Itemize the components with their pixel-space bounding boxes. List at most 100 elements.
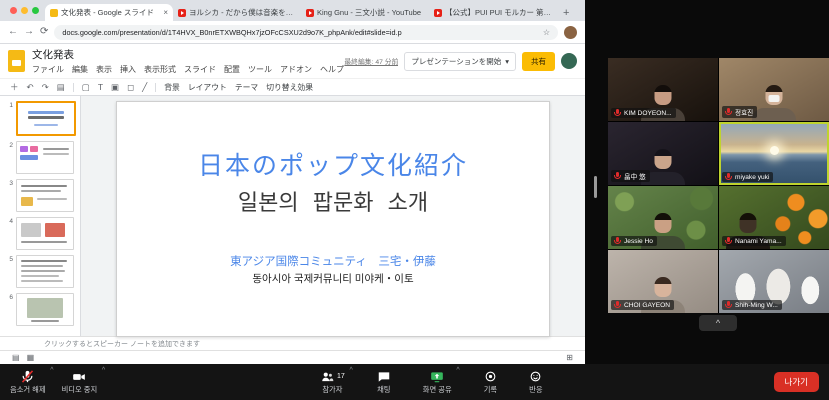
share-button[interactable]: 共有: [522, 52, 555, 71]
browser-tab-youtube-3[interactable]: 【公式】PUI PUI モルカー 第1話 【茶...: [429, 4, 557, 21]
address-bar[interactable]: docs.google.com/presentation/d/1T4HVX_B0…: [54, 25, 558, 40]
shape-tool-icon[interactable]: ◻: [127, 82, 134, 93]
speaker-notes[interactable]: クリックするとスピーカー ノートを追加できます: [0, 336, 585, 350]
slide-thumbnail-1[interactable]: 1: [6, 101, 76, 136]
menu-arrange[interactable]: 配置: [224, 64, 240, 75]
background-button[interactable]: 背景: [164, 82, 180, 93]
chat-icon: [377, 369, 391, 384]
video-tile-active-speaker[interactable]: miyake yuki: [719, 122, 829, 185]
slide-title-korean[interactable]: 일본의 팝문화 소개: [117, 185, 549, 217]
text-box-icon[interactable]: T: [98, 82, 103, 92]
video-options-caret[interactable]: ^: [102, 367, 105, 374]
tab-title: 文化発表 - Google スライド: [61, 7, 160, 18]
menu-tools[interactable]: ツール: [248, 64, 272, 75]
google-slides-app-icon[interactable]: [8, 50, 25, 72]
slide-canvas[interactable]: 日本のポップ文化紹介 일본의 팝문화 소개 東アジア国際コミュニティ 三宅・伊藤…: [116, 101, 550, 337]
share-screen-button[interactable]: ^ 화면 공유: [415, 364, 460, 400]
menu-edit[interactable]: 編集: [72, 64, 88, 75]
menu-file[interactable]: ファイル: [32, 64, 64, 75]
chevron-down-icon[interactable]: ▾: [505, 57, 509, 66]
back-icon[interactable]: ←: [8, 27, 18, 37]
doc-title-block: 文化発表 ファイル 編集 表示 挿入 表示形式 スライド 配置 ツール アドオン…: [32, 47, 337, 75]
transition-button[interactable]: 切り替え効果: [266, 82, 313, 93]
menu-bar: ファイル 編集 表示 挿入 表示形式 スライド 配置 ツール アドオン ヘルプ: [32, 64, 337, 75]
maximize-window-icon[interactable]: [32, 7, 39, 14]
participant-name: 정효진: [735, 107, 753, 117]
menu-slide[interactable]: スライド: [184, 64, 216, 75]
slide-thumbnail-3[interactable]: 3: [6, 179, 76, 212]
paint-format-icon[interactable]: ▤: [57, 82, 65, 93]
slide-title-japanese[interactable]: 日本のポップ文化紹介: [117, 146, 549, 182]
thumb-graphic: [31, 320, 59, 322]
share-options-caret[interactable]: ^: [456, 367, 459, 374]
minimize-window-icon[interactable]: [21, 7, 28, 14]
menu-help[interactable]: ヘルプ: [320, 64, 344, 75]
url-text: docs.google.com/presentation/d/1T4HVX_B0…: [62, 28, 401, 37]
close-window-icon[interactable]: [10, 7, 17, 14]
leave-meeting-button[interactable]: 나가기: [774, 372, 819, 392]
chat-button[interactable]: 채팅: [369, 364, 399, 400]
slide-thumbnail-6[interactable]: 6: [6, 293, 76, 326]
slide-filmstrip: 1 2: [0, 96, 81, 336]
video-tile[interactable]: Nanami Yama...: [719, 186, 829, 249]
slides-status-bar: ▤ ▦ ⊞: [0, 350, 585, 364]
video-tile[interactable]: KIM DOYEON...: [608, 58, 718, 121]
browser-tab-slides[interactable]: 文化発表 - Google スライド ×: [45, 4, 173, 21]
browser-profile-avatar[interactable]: [564, 26, 577, 39]
image-tool-icon[interactable]: ▣: [111, 82, 119, 93]
line-tool-icon[interactable]: ╱: [142, 82, 147, 93]
select-tool-icon[interactable]: ▢: [82, 82, 90, 93]
menu-insert[interactable]: 挿入: [120, 64, 136, 75]
menu-view[interactable]: 表示: [96, 64, 112, 75]
stop-video-button[interactable]: ^ 비디오 중지: [54, 364, 106, 400]
new-tab-button[interactable]: +: [563, 7, 569, 19]
present-button[interactable]: プレゼンテーションを開始 ▾: [404, 52, 516, 71]
sunset-scene: [770, 146, 779, 155]
slide-subtitle-korean[interactable]: 동아시아 국제커뮤니티 미야케・이토: [117, 271, 549, 286]
reactions-button[interactable]: 반응: [521, 364, 550, 400]
layout-button[interactable]: レイアウト: [188, 82, 227, 93]
panel-resize-handle[interactable]: [594, 176, 597, 198]
menu-format[interactable]: 表示形式: [144, 64, 176, 75]
collapse-gallery-button[interactable]: ^: [699, 315, 737, 331]
mic-muted-icon: [614, 172, 621, 180]
google-slides-favicon: [50, 9, 58, 17]
slide-thumbnail-2[interactable]: 2: [6, 141, 76, 174]
last-edit-link[interactable]: 最終編集: 47 分前: [344, 56, 398, 66]
video-tile[interactable]: Jessie Ho: [608, 186, 718, 249]
slide-thumbnail-4[interactable]: 4: [6, 217, 76, 250]
menu-addons[interactable]: アドオン: [280, 64, 312, 75]
participants-button[interactable]: ^ 17 참가자: [312, 364, 353, 400]
tab-close-icon[interactable]: ×: [163, 8, 168, 17]
participant-name: CHOI GAYEON: [624, 302, 670, 309]
unmute-button[interactable]: ^ 음소거 해제: [2, 364, 54, 400]
theme-button[interactable]: テーマ: [235, 82, 258, 93]
video-tile[interactable]: CHOI GAYEON: [608, 250, 718, 313]
document-title[interactable]: 文化発表: [32, 47, 337, 62]
tab-title: ヨルシカ - だから僕は音楽を辞めた...: [189, 7, 296, 18]
slides-body: 1 2: [0, 96, 585, 336]
slide-subtitle-japanese[interactable]: 東アジア国際コミュニティ 三宅・伊藤: [117, 253, 549, 269]
record-button[interactable]: 기록: [476, 364, 505, 400]
video-tile[interactable]: Shih-Ming W...: [719, 250, 829, 313]
thumb-graphic: [21, 185, 67, 187]
undo-icon[interactable]: ↶: [27, 82, 34, 93]
redo-icon[interactable]: ↷: [42, 82, 49, 93]
add-slide-icon[interactable]: ＋: [10, 81, 19, 93]
grid-view-icon[interactable]: ▦: [27, 353, 35, 362]
browser-tab-youtube-1[interactable]: ヨルシカ - だから僕は音楽を辞めた...: [173, 4, 301, 21]
thumb-graphic: [28, 111, 64, 114]
reload-icon[interactable]: ⟳: [40, 27, 48, 37]
slide-thumbnail-5[interactable]: 5: [6, 255, 76, 288]
bookmark-star-icon[interactable]: ☆: [543, 28, 550, 37]
video-tile[interactable]: 畠中 悠: [608, 122, 718, 185]
account-avatar[interactable]: [561, 53, 577, 69]
fit-zoom-icon[interactable]: ⊞: [566, 353, 573, 362]
browser-tab-youtube-2[interactable]: King Gnu - 三文小説 - YouTube: [301, 4, 429, 21]
face-mask: [769, 95, 780, 102]
participants-caret[interactable]: ^: [350, 367, 353, 374]
forward-icon[interactable]: →: [24, 27, 34, 37]
video-tile[interactable]: 정효진: [719, 58, 829, 121]
filmstrip-view-icon[interactable]: ▤: [12, 353, 20, 362]
stop-video-label: 비디오 중지: [62, 385, 98, 395]
